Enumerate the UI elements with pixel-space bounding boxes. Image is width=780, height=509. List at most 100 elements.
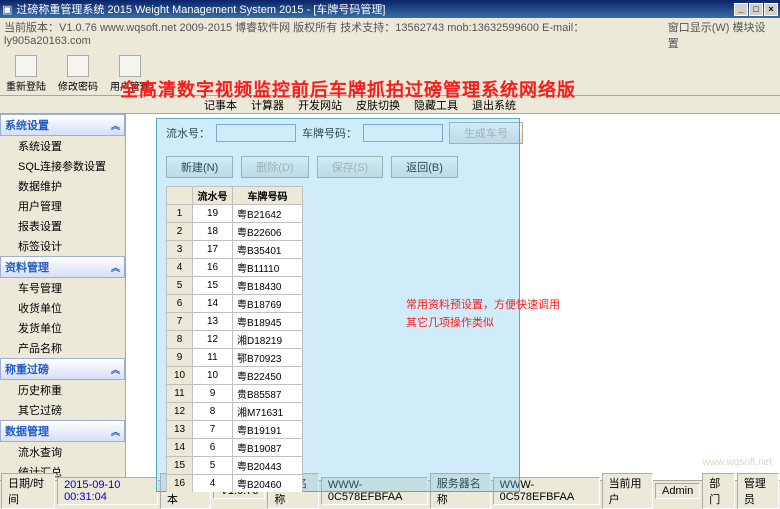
sidebar-item[interactable]: 系统设置 <box>0 136 125 156</box>
overlay-title: 全高清数字视频监控前后车牌抓拍过磅管理系统网络版 <box>120 76 576 102</box>
sidebar-group-title: 称重过磅 <box>5 361 49 377</box>
table-row[interactable]: 155粤B20443 <box>167 457 303 475</box>
sidebar-item[interactable]: 数据维护 <box>0 176 125 196</box>
app-icon: ▣ <box>2 3 12 16</box>
cell: 13 <box>193 313 233 331</box>
table-row[interactable]: 812湘D18219 <box>167 331 303 349</box>
cell: 7 <box>193 421 233 439</box>
annotation: 常用资料预设置，方便快速调用 其它几项操作类似 <box>406 296 560 332</box>
table-row[interactable]: 137粤B19191 <box>167 421 303 439</box>
cell: 粤B18430 <box>233 277 303 295</box>
cell: 湘M71631 <box>233 403 303 421</box>
table-row[interactable]: 416粤B11110 <box>167 259 303 277</box>
info-left: 当前版本：V1.0.76 www.wqsoft.net 2009-2015 博睿… <box>4 19 668 51</box>
table-row[interactable]: 1010粤B22450 <box>167 367 303 385</box>
close-button[interactable]: × <box>764 3 778 16</box>
chevron-up-icon: ︽ <box>111 425 120 438</box>
content-area: 流水号： 车牌号码： 生成车号 新建(N) 删除(D) 保存(S) 返回(B) … <box>126 114 780 492</box>
sidebar-item[interactable]: 历史称重 <box>0 380 125 400</box>
cell: 15 <box>193 277 233 295</box>
sidebar-item[interactable]: 用户管理 <box>0 196 125 216</box>
maximize-button[interactable]: □ <box>749 3 763 16</box>
cell: 贵B85587 <box>233 385 303 403</box>
table-row[interactable]: 911鄂B70923 <box>167 349 303 367</box>
status-date: 2015-09-10 00:31:04 <box>57 477 158 505</box>
sidebar-item[interactable]: 报表设置 <box>0 216 125 236</box>
info-line: 当前版本：V1.0.76 www.wqsoft.net 2009-2015 博睿… <box>0 18 780 52</box>
table-row[interactable]: 515粤B18430 <box>167 277 303 295</box>
status-date-label: 日期/时间 <box>1 473 55 509</box>
cell: 9 <box>193 385 233 403</box>
toolbar-icon <box>119 55 141 77</box>
cell: 18 <box>193 223 233 241</box>
cell: 11 <box>193 349 233 367</box>
cell: 17 <box>193 241 233 259</box>
sidebar-item[interactable]: 其它过磅 <box>0 400 125 420</box>
cell: 粤B18945 <box>233 313 303 331</box>
sidebar-item[interactable]: 流水查询 <box>0 442 125 462</box>
cell: 13 <box>167 421 193 439</box>
cell: 粤B11110 <box>233 259 303 277</box>
toolbar-label: 重新登陆 <box>6 78 46 93</box>
cell: 粤B22450 <box>233 367 303 385</box>
cell: 5 <box>167 277 193 295</box>
toolbar-icon <box>67 55 89 77</box>
cell: 粤B20460 <box>233 475 303 493</box>
sidebar-item[interactable]: SQL连接参数设置 <box>0 156 125 176</box>
toolbar-icon <box>15 55 37 77</box>
table-row[interactable]: 218粤B22606 <box>167 223 303 241</box>
table-row[interactable]: 713粤B18945 <box>167 313 303 331</box>
cell: 粤B35401 <box>233 241 303 259</box>
toolbar-label: 修改密码 <box>58 78 98 93</box>
cell: 6 <box>193 439 233 457</box>
sidebar: 系统设置︽系统设置SQL连接参数设置数据维护用户管理报表设置标签设计资料管理︽车… <box>0 114 126 492</box>
cell: 19 <box>193 205 233 223</box>
annotation-line2: 其它几项操作类似 <box>406 314 560 332</box>
cell: 10 <box>167 367 193 385</box>
sidebar-group-header[interactable]: 系统设置︽ <box>0 114 125 136</box>
table-row[interactable]: 164粤B20460 <box>167 475 303 493</box>
sidebar-item[interactable]: 产品名称 <box>0 338 125 358</box>
cell: 湘D18219 <box>233 331 303 349</box>
cell: 9 <box>167 349 193 367</box>
cell: 粤B20443 <box>233 457 303 475</box>
table-row[interactable]: 128湘M71631 <box>167 403 303 421</box>
cell: 8 <box>193 403 233 421</box>
table-row[interactable]: 614粤B18769 <box>167 295 303 313</box>
cell: 粤B22606 <box>233 223 303 241</box>
table-row[interactable]: 119贵B85587 <box>167 385 303 403</box>
cell: 16 <box>193 259 233 277</box>
column-header[interactable]: 流水号 <box>193 187 233 205</box>
table-row[interactable]: 317粤B35401 <box>167 241 303 259</box>
sidebar-group-header[interactable]: 数据管理 ︽ <box>0 420 125 442</box>
cell: 粤B18769 <box>233 295 303 313</box>
sidebar-group-header[interactable]: 称重过磅︽ <box>0 358 125 380</box>
cell: 14 <box>193 295 233 313</box>
cell: 粤B19087 <box>233 439 303 457</box>
title-bar: ▣ 过磅称重管理系统 2015 Weight Management System… <box>0 0 780 18</box>
sidebar-item[interactable]: 发货单位 <box>0 318 125 338</box>
status-dept: 管理员 <box>737 473 779 509</box>
cell: 4 <box>167 259 193 277</box>
sidebar-item[interactable]: 标签设计 <box>0 236 125 256</box>
cell: 粤B19191 <box>233 421 303 439</box>
sidebar-group-title: 数据管理 <box>5 423 49 439</box>
sidebar-item[interactable]: 收货单位 <box>0 298 125 318</box>
cell: 8 <box>167 331 193 349</box>
sidebar-group-title: 系统设置 <box>5 117 49 133</box>
column-header[interactable]: 车牌号码 <box>233 187 303 205</box>
cell: 粤B21642 <box>233 205 303 223</box>
sidebar-group-title: 资料管理 <box>5 259 49 275</box>
sidebar-group-header[interactable]: 资料管理︽ <box>0 256 125 278</box>
cell: 5 <box>193 457 233 475</box>
toolbar-修改密码[interactable]: 修改密码 <box>52 53 104 95</box>
column-header[interactable] <box>167 187 193 205</box>
sidebar-item[interactable]: 车号管理 <box>0 278 125 298</box>
toolbar-重新登陆[interactable]: 重新登陆 <box>0 53 52 95</box>
info-right[interactable]: 窗口显示(W) 模块设置 <box>668 19 776 51</box>
table-row[interactable]: 146粤B19087 <box>167 439 303 457</box>
table-row[interactable]: 119粤B21642 <box>167 205 303 223</box>
minimize-button[interactable]: _ <box>734 3 748 16</box>
data-table[interactable]: 流水号车牌号码119粤B21642218粤B22606317粤B35401416… <box>166 186 303 492</box>
cell: 4 <box>193 475 233 493</box>
